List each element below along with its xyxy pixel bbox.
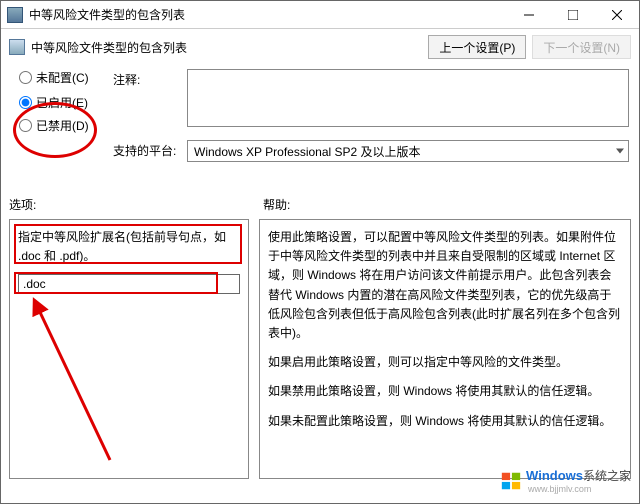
maximize-button[interactable]	[551, 1, 595, 28]
help-panel: 使用此策略设置，可以配置中等风险文件类型的列表。如果附件位于中等风险文件类型的列…	[259, 219, 631, 479]
extensions-input-value: .doc	[23, 275, 46, 294]
titlebar: 中等风险文件类型的包含列表	[1, 1, 639, 29]
radio-not-configured-input[interactable]	[19, 71, 32, 84]
help-p4: 如果未配置此策略设置，则 Windows 将使用其默认的信任逻辑。	[268, 412, 622, 431]
prev-setting-button[interactable]: 上一个设置(P)	[428, 35, 526, 59]
policy-title: 中等风险文件类型的包含列表	[31, 39, 187, 56]
extensions-input[interactable]: .doc	[18, 274, 240, 294]
annotation-textarea[interactable]	[187, 69, 629, 127]
help-label: 帮助:	[251, 196, 639, 213]
radio-disabled-label: 已禁用(D)	[36, 117, 89, 134]
window-controls	[507, 1, 639, 28]
close-button[interactable]	[595, 1, 639, 28]
config-area: 未配置(C) 已启用(E) 已禁用(D) 注释: 支持的平台: Windows …	[1, 65, 639, 172]
platform-label: 支持的平台:	[113, 140, 183, 159]
options-label: 选项:	[1, 196, 251, 213]
radio-not-configured-label: 未配置(C)	[36, 69, 89, 86]
radio-disabled-input[interactable]	[19, 119, 32, 132]
section-labels: 选项: 帮助:	[1, 196, 639, 213]
dialog-window: 中等风险文件类型的包含列表 中等风险文件类型的包含列表 上一个设置(P) 下一个…	[0, 0, 640, 504]
help-p3: 如果禁用此策略设置，则 Windows 将使用其默认的信任逻辑。	[268, 382, 622, 401]
minimize-button[interactable]	[507, 1, 551, 28]
radio-disabled[interactable]: 已禁用(D)	[19, 117, 109, 134]
platform-dropdown[interactable]: Windows XP Professional SP2 及以上版本	[187, 140, 629, 162]
radio-enabled-label: 已启用(E)	[36, 94, 88, 111]
radio-not-configured[interactable]: 未配置(C)	[19, 69, 109, 86]
help-p1: 使用此策略设置，可以配置中等风险文件类型的列表。如果附件位于中等风险文件类型的列…	[268, 228, 622, 343]
options-instruction: 指定中等风险扩展名(包括前导句点，如 .doc 和 .pdf)。	[18, 228, 240, 266]
app-icon	[7, 7, 23, 23]
annotation-label: 注释:	[113, 69, 183, 88]
options-panel: 指定中等风险扩展名(包括前导句点，如 .doc 和 .pdf)。 .doc	[9, 219, 249, 479]
annotation-red-arrow	[30, 300, 150, 470]
subheader: 中等风险文件类型的包含列表 上一个设置(P) 下一个设置(N)	[1, 29, 639, 65]
window-title: 中等风险文件类型的包含列表	[29, 6, 507, 23]
radio-enabled[interactable]: 已启用(E)	[19, 94, 109, 111]
platform-value: Windows XP Professional SP2 及以上版本	[194, 143, 421, 160]
panels: 指定中等风险扩展名(包括前导句点，如 .doc 和 .pdf)。 .doc	[1, 219, 639, 487]
help-p2: 如果启用此策略设置，则可以指定中等风险的文件类型。	[268, 353, 622, 372]
policy-icon	[9, 39, 25, 55]
next-setting-button: 下一个设置(N)	[532, 35, 631, 59]
radio-enabled-input[interactable]	[19, 96, 32, 109]
